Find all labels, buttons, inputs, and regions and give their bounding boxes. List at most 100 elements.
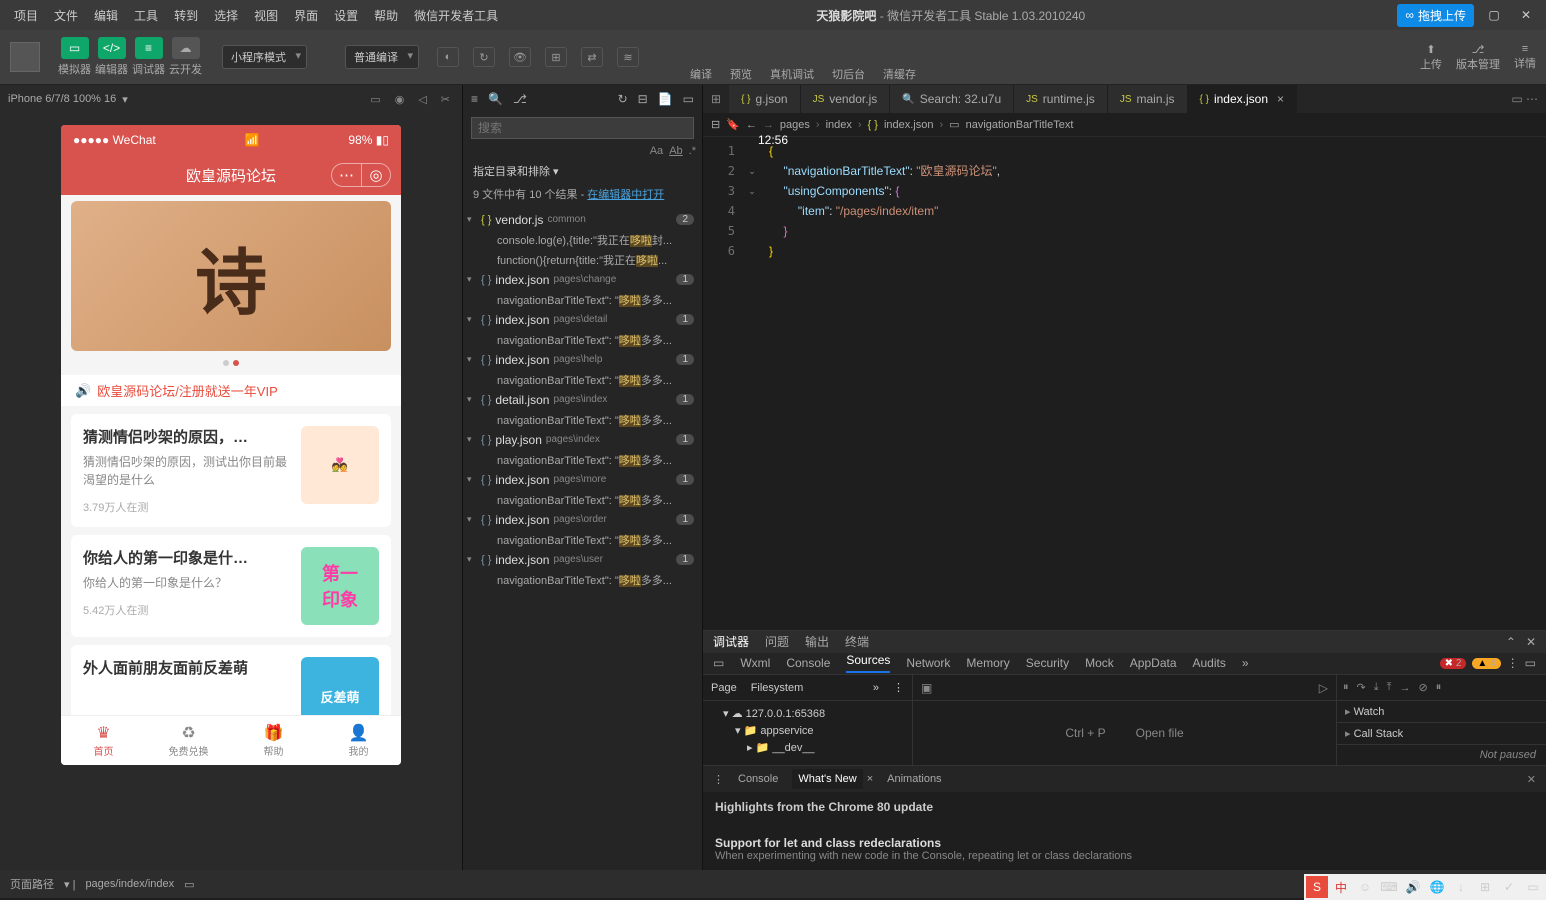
editor-tab[interactable]: 🔍 Search: 32.u7u [890, 85, 1014, 113]
collapse-icon[interactable]: ⊟ [638, 92, 648, 106]
pause-icon[interactable]: ⏸ [1343, 681, 1349, 694]
search-result-file[interactable]: { } index.json pages\change1 [463, 270, 702, 290]
devtools-tab-wxml[interactable]: Wxml [740, 656, 770, 670]
settings-icon[interactable]: ⋮ [1507, 656, 1519, 670]
dock-icon[interactable]: ▭ [1525, 656, 1536, 670]
search-icon[interactable]: 🔍 [488, 92, 503, 106]
editor-toggle[interactable]: </>编辑器 [95, 37, 128, 77]
debugger-toggle[interactable]: ≡调试器 [132, 37, 165, 77]
refresh-icon[interactable]: ↻ [618, 92, 628, 106]
devtools-tab-sources[interactable]: Sources [846, 653, 890, 673]
clear-icon[interactable]: ▭ [683, 92, 694, 106]
cloud-upload-button[interactable]: ∞ 拖拽上传 [1397, 4, 1474, 27]
more-tabs-icon[interactable]: ▭ ⋯ [1503, 92, 1546, 106]
filesystem-tab[interactable]: Filesystem [751, 682, 804, 694]
menu-视图[interactable]: 视图 [248, 3, 284, 28]
compile-dropdown[interactable]: 普通编译 [345, 45, 419, 69]
new-file-icon[interactable]: 📄 [658, 92, 673, 106]
menu-项目[interactable]: 项目 [8, 3, 44, 28]
capsule-close-icon[interactable]: ◎ [361, 163, 391, 187]
error-badge[interactable]: ✖ 2 [1440, 658, 1467, 669]
branch-icon[interactable]: ⎇ [513, 92, 527, 106]
editor-tab[interactable]: JS vendor.js [801, 85, 891, 113]
devtools-tab-network[interactable]: Network [906, 656, 950, 670]
search-result-file[interactable]: { } vendor.js common2 [463, 210, 702, 230]
tabbar-帮助[interactable]: 🎁帮助 [231, 716, 316, 765]
close-icon[interactable]: ✕ [1514, 8, 1538, 22]
breadcrumb[interactable]: ⊟ 🔖 ← → pages› index› { } index.json› ▭ … [703, 113, 1546, 137]
mute-icon[interactable]: ◁ [414, 93, 430, 106]
tabbar-免费兑换[interactable]: ♻免费兑换 [146, 716, 231, 765]
console-tab[interactable]: Console [738, 773, 778, 785]
close-icon[interactable]: ✕ [1527, 773, 1536, 786]
editor-tab[interactable]: JS main.js [1108, 85, 1188, 113]
menu-界面[interactable]: 界面 [288, 3, 324, 28]
search-match[interactable]: console.log(e),{title:"我正在哆啦封... [463, 230, 702, 250]
cloud-dev-toggle[interactable]: ☁云开发 [169, 37, 202, 77]
search-match[interactable]: navigationBarTitleText": "哆啦多多... [463, 490, 702, 510]
search-result-file[interactable]: { } index.json pages\user1 [463, 550, 702, 570]
search-filter[interactable]: 指定目录和排除 ▾ [463, 159, 702, 183]
devtools-tab-appdata[interactable]: AppData [1130, 656, 1177, 670]
page-path[interactable]: pages/index/index [85, 878, 174, 890]
dbg-tab-输出[interactable]: 输出 [805, 633, 829, 650]
dbg-tab-终端[interactable]: 终端 [845, 633, 869, 650]
switch-bg-icon[interactable]: ⇄ [581, 47, 603, 67]
clear-cache-icon[interactable]: ≋ [617, 47, 639, 67]
editor-tab[interactable]: { } index.json × [1188, 85, 1298, 113]
menu-编辑[interactable]: 编辑 [88, 3, 124, 28]
prev-tab-icon[interactable]: ⊞ [703, 92, 729, 106]
search-input[interactable] [471, 117, 694, 139]
list-item[interactable]: 外人面前朋友面前反差萌反差萌 [71, 645, 391, 715]
list-icon[interactable]: ≡ [471, 92, 478, 106]
editor-tab[interactable]: JS runtime.js [1014, 85, 1108, 113]
maximize-icon[interactable]: ▢ [1482, 8, 1506, 22]
rotate-icon[interactable]: ▭ [366, 93, 384, 106]
upload-button[interactable]: ⬆上传 [1420, 43, 1442, 72]
expand-icon[interactable]: ⌃ [1506, 635, 1516, 649]
search-match[interactable]: navigationBarTitleText": "哆啦多多... [463, 570, 702, 590]
animations-tab[interactable]: Animations [887, 773, 941, 785]
search-match[interactable]: navigationBarTitleText": "哆啦多多... [463, 530, 702, 550]
watch-section[interactable]: Watch [1337, 701, 1546, 723]
capsule-menu-icon[interactable]: ⋯ [331, 163, 361, 187]
menu-选择[interactable]: 选择 [208, 3, 244, 28]
menu-工具[interactable]: 工具 [128, 3, 164, 28]
search-result-file[interactable]: { } index.json pages\help1 [463, 350, 702, 370]
device-selector[interactable]: iPhone 6/7/8 100% 16 [8, 93, 116, 105]
search-result-file[interactable]: { } play.json pages\index1 [463, 430, 702, 450]
expand-icon[interactable]: ▷ [1319, 681, 1328, 695]
simulator-toggle[interactable]: ▭模拟器 [58, 37, 91, 77]
cut-icon[interactable]: ✂ [437, 93, 454, 106]
notice-bar[interactable]: 🔊 欧皇源码论坛/注册就送一年VIP [61, 375, 401, 406]
menu-微信开发者工具[interactable]: 微信开发者工具 [408, 3, 504, 28]
search-match[interactable]: navigationBarTitleText": "哆啦多多... [463, 330, 702, 350]
fold-gutter[interactable]: ⌄⌄ [743, 137, 761, 630]
banner-swiper[interactable]: 诗 [71, 201, 391, 369]
menu-帮助[interactable]: 帮助 [368, 3, 404, 28]
dbg-tab-调试器[interactable]: 调试器 [713, 633, 749, 650]
devtools-tab-console[interactable]: Console [786, 656, 830, 670]
copy-icon[interactable]: ▭ [184, 878, 194, 891]
menu-文件[interactable]: 文件 [48, 3, 84, 28]
remote-debug-icon[interactable]: ⊞ [545, 47, 567, 67]
menu-转到[interactable]: 转到 [168, 3, 204, 28]
refresh-icon[interactable]: ↻ [473, 47, 495, 67]
code-editor[interactable]: { "navigationBarTitleText": "欧皇源码论坛", "u… [761, 137, 1546, 630]
close-icon[interactable]: ✕ [1526, 635, 1536, 649]
search-result-file[interactable]: { } index.json pages\detail1 [463, 310, 702, 330]
warning-badge[interactable]: ▲ 4 [1472, 658, 1500, 669]
dbg-tab-问题[interactable]: 问题 [765, 633, 789, 650]
back-icon[interactable]: ← [746, 119, 757, 131]
search-result-file[interactable]: { } detail.json pages\index1 [463, 390, 702, 410]
search-match[interactable]: navigationBarTitleText": "哆啦多多... [463, 290, 702, 310]
editor-tab[interactable]: { } g.json [729, 85, 801, 113]
callstack-section[interactable]: Call Stack [1337, 723, 1546, 745]
mode-dropdown[interactable]: 小程序模式 [222, 45, 307, 69]
source-tree[interactable]: ▾ ☁ 127.0.0.1:65368 ▾ 📁 appservice ▸ 📁 _… [703, 701, 912, 765]
preview-icon[interactable]: 👁 [509, 47, 531, 67]
search-result-file[interactable]: { } index.json pages\order1 [463, 510, 702, 530]
bookmark-icon[interactable]: 🔖 [726, 118, 740, 131]
search-match[interactable]: navigationBarTitleText": "哆啦多多... [463, 410, 702, 430]
detail-button[interactable]: ≡详情 [1514, 43, 1536, 72]
